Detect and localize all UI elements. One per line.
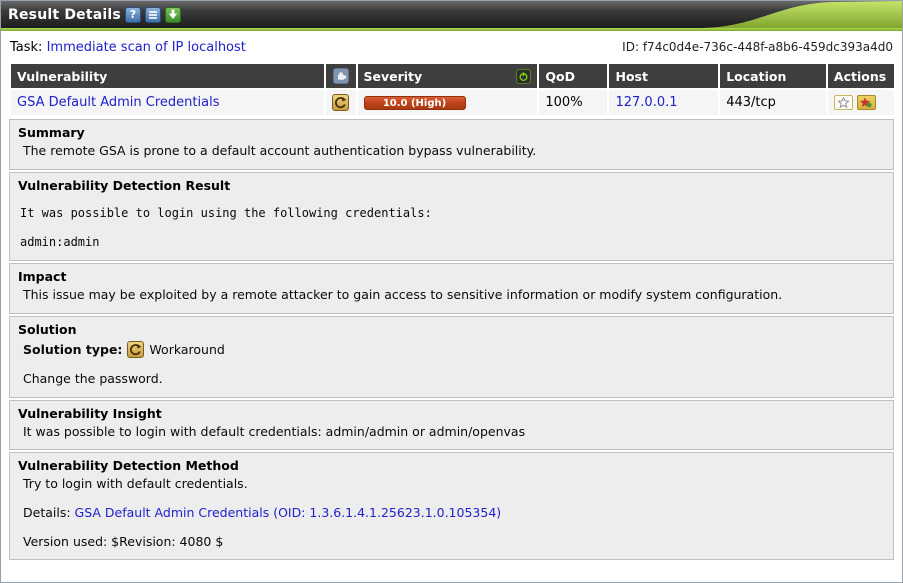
column-header-severity[interactable]: Severity [358,64,538,88]
section-impact: Impact This issue may be exploited by a … [9,263,894,314]
solution-type-label: Solution type: [23,342,122,357]
cell-severity: 10.0 (High) [358,90,538,115]
result-row: GSA Default Admin Credentials 10.0 (High… [11,90,894,115]
cell-host: 127.0.0.1 [609,90,718,115]
cell-location: 443/tcp [720,90,826,115]
details-label: Details: [23,505,71,520]
cell-solution-type [326,90,355,115]
column-header-actions: Actions [828,64,894,88]
solution-type-value: Workaround [149,342,224,357]
detection-method-heading: Vulnerability Detection Method [18,458,885,473]
detection-result-line2: admin:admin [20,235,885,249]
green-swoosh-decoration [702,1,902,28]
detection-result-line1: It was possible to login using the follo… [20,206,885,220]
section-solution: Solution Solution type: Workaround Chang… [9,316,894,398]
result-table: Vulnerability Severity [9,62,896,117]
section-summary: Summary The remote GSA is prone to a def… [9,119,894,170]
detection-result-heading: Vulnerability Detection Result [18,178,885,193]
column-header-location[interactable]: Location [720,64,826,88]
result-table-header-row: Vulnerability Severity [11,64,894,88]
impact-heading: Impact [18,269,885,284]
contents-icon[interactable] [145,7,161,23]
detail-sections: Summary The remote GSA is prone to a def… [9,119,894,560]
page-title: Result Details [8,7,121,23]
workaround-icon [127,341,144,358]
vulnerability-link[interactable]: GSA Default Admin Credentials [17,95,219,110]
result-id-label: ID: [622,40,639,54]
summary-body: The remote GSA is prone to a default acc… [23,143,885,159]
add-note-icon[interactable] [834,95,853,110]
task-link[interactable]: Immediate scan of IP localhost [47,40,246,55]
column-header-host[interactable]: Host [609,64,718,88]
add-override-icon[interactable] [857,95,876,110]
cell-actions [828,90,894,115]
puzzle-piece-icon [333,68,349,84]
column-header-vulnerability[interactable]: Vulnerability [11,64,324,88]
help-icon[interactable]: ? [125,7,141,23]
host-link[interactable]: 127.0.0.1 [615,95,677,110]
task-line: Task: Immediate scan of IP localhost ID:… [1,31,902,62]
result-details-page: Result Details ? [0,0,903,583]
version-used: Version used: $Revision: 4080 $ [23,534,885,549]
cell-qod: 100% [539,90,607,115]
section-detection-method: Vulnerability Detection Method Try to lo… [9,452,894,560]
solution-heading: Solution [18,322,885,337]
detection-method-body: Try to login with default credentials. [23,476,885,492]
list-lines-icon [148,10,158,20]
column-header-qod[interactable]: QoD [539,64,607,88]
insight-heading: Vulnerability Insight [18,406,885,421]
dynamic-severity-icon[interactable] [516,69,531,84]
result-id-value: f74c0d4e-736c-448f-a8b6-459dc393a4d0 [643,40,893,54]
nvt-details-link[interactable]: GSA Default Admin Credentials (OID: 1.3.… [75,505,502,520]
task-label: Task: [10,40,42,55]
down-arrow-icon [168,9,178,20]
section-insight: Vulnerability Insight It was possible to… [9,400,894,451]
cell-vulnerability: GSA Default Admin Credentials [11,90,324,115]
insight-body: It was possible to login with default cr… [23,424,885,440]
solution-body: Change the password. [23,371,885,386]
severity-bar: 10.0 (High) [364,96,466,110]
workaround-icon [332,94,349,111]
impact-body: This issue may be exploited by a remote … [23,287,885,303]
column-header-solution-type[interactable] [326,64,355,88]
section-detection-result: Vulnerability Detection Result It was po… [9,172,894,261]
title-bar: Result Details ? [1,1,902,28]
summary-heading: Summary [18,125,885,140]
export-download-icon[interactable] [165,7,181,23]
